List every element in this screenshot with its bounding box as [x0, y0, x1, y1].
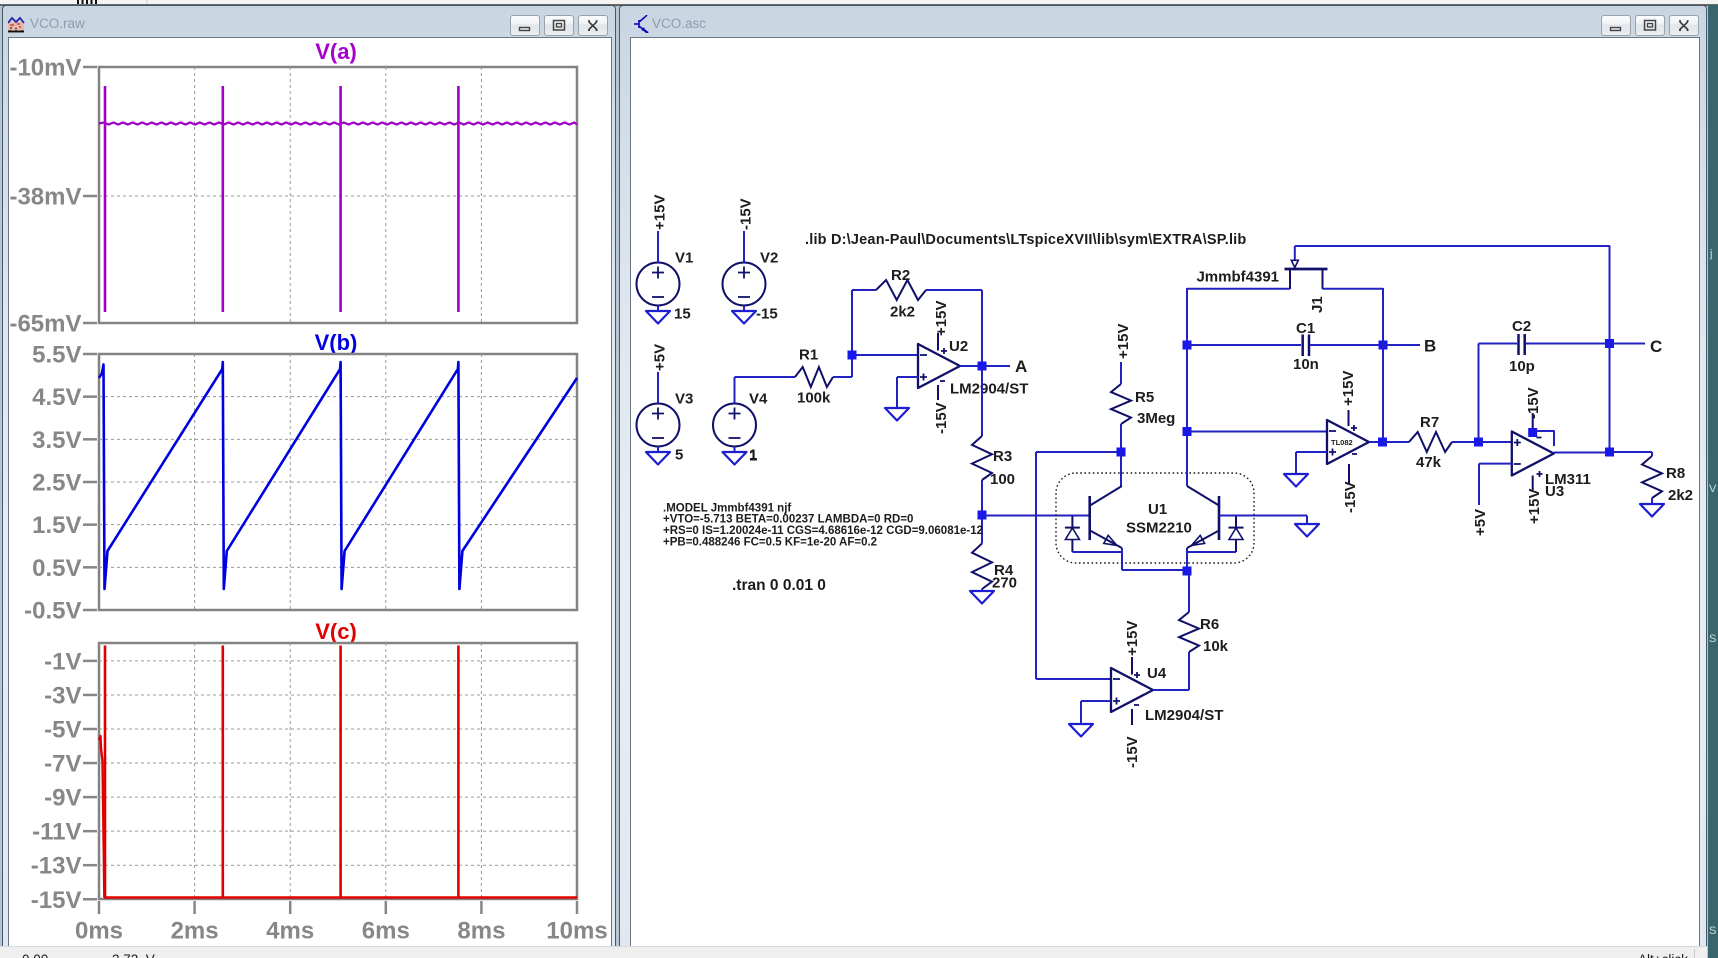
svg-text:+PB=0.488246 FC=0.5 KF=1e-20 A: +PB=0.488246 FC=0.5 KF=1e-20 AF=0.2	[663, 537, 877, 549]
svg-text:V3: V3	[675, 391, 693, 408]
svg-text:4.5V: 4.5V	[32, 384, 81, 411]
svg-text:V(c): V(c)	[315, 619, 357, 644]
svg-text:-13V: -13V	[31, 853, 82, 880]
svg-text:100k: 100k	[797, 390, 831, 407]
svg-text:U1: U1	[1148, 501, 1167, 518]
svg-text:2.5V: 2.5V	[32, 470, 81, 497]
svg-text:-38mV: -38mV	[9, 184, 81, 211]
svg-text:+15V: +15V	[1526, 489, 1543, 524]
svg-text:0.5V: 0.5V	[32, 555, 81, 582]
svg-text:1.5V: 1.5V	[32, 512, 81, 539]
svg-text:-1V: -1V	[44, 648, 81, 675]
svg-text:+VTO=-5.713 BETA=0.00237 LAMBD: +VTO=-5.713 BETA=0.00237 LAMBDA=0 RD=0	[663, 514, 913, 526]
svg-text:C2: C2	[1512, 318, 1531, 335]
svg-text:R7: R7	[1420, 414, 1439, 431]
svg-text:.lib D:\Jean-Paul\Documents\LT: .lib D:\Jean-Paul\Documents\LTspiceXVII\…	[805, 232, 1246, 248]
svg-text:-0.5V: -0.5V	[24, 598, 81, 625]
svg-text:R1: R1	[799, 347, 818, 364]
svg-text:R8: R8	[1666, 465, 1685, 482]
svg-text:0ms: 0ms	[75, 918, 123, 942]
svg-text:47k: 47k	[1416, 454, 1442, 471]
svg-text:LM2904/ST: LM2904/ST	[1145, 707, 1223, 724]
svg-text:+15V: +15V	[1340, 371, 1357, 406]
svg-text:A: A	[1015, 357, 1027, 376]
svg-text:R3: R3	[993, 448, 1012, 465]
svg-text:SSM2210: SSM2210	[1126, 520, 1192, 537]
svg-text:-15V: -15V	[933, 402, 950, 434]
svg-text:U2: U2	[949, 338, 968, 355]
svg-text:LM2904/ST: LM2904/ST	[950, 381, 1028, 398]
svg-text:-65mV: -65mV	[9, 311, 81, 338]
svg-text:Jmmbf4391: Jmmbf4391	[1196, 269, 1279, 286]
svg-text:+15V: +15V	[933, 301, 950, 336]
svg-text:R6: R6	[1200, 616, 1219, 633]
svg-text:-10mV: -10mV	[9, 55, 81, 82]
svg-text:-9V: -9V	[44, 785, 81, 812]
svg-text:+RS=0 IS=1.20024e-11 CGS=4.686: +RS=0 IS=1.20024e-11 CGS=4.68616e-12 CGD…	[663, 525, 983, 537]
svg-text:V1: V1	[675, 250, 693, 267]
svg-text:1: 1	[749, 448, 757, 465]
svg-text:-15: -15	[756, 306, 778, 323]
svg-text:270: 270	[992, 575, 1017, 592]
svg-text:10k: 10k	[1203, 638, 1229, 655]
svg-text:15: 15	[674, 306, 691, 323]
svg-text:+5V: +5V	[652, 344, 669, 371]
svg-text:-15V: -15V	[1124, 736, 1141, 768]
svg-text:TL082: TL082	[1331, 438, 1353, 447]
svg-text:3.5V: 3.5V	[32, 427, 81, 454]
svg-text:V2: V2	[760, 250, 778, 267]
svg-text:-15V: -15V	[738, 198, 755, 230]
svg-text:-15V: -15V	[31, 887, 82, 914]
svg-text:6ms: 6ms	[362, 918, 410, 942]
svg-text:C1: C1	[1296, 320, 1315, 337]
svg-text:-15V: -15V	[1342, 481, 1359, 513]
svg-text:V(b): V(b)	[315, 330, 358, 355]
svg-text:-15V: -15V	[1525, 387, 1542, 419]
svg-text:5: 5	[675, 447, 683, 464]
svg-text:R5: R5	[1135, 389, 1154, 406]
svg-text:-3V: -3V	[44, 682, 81, 709]
svg-text:-5V: -5V	[44, 717, 81, 744]
svg-text:B: B	[1424, 337, 1436, 356]
svg-text:V(a): V(a)	[315, 39, 357, 64]
svg-text:U4: U4	[1147, 665, 1167, 682]
svg-text:U3: U3	[1545, 483, 1564, 500]
svg-text:2ms: 2ms	[171, 918, 219, 942]
svg-text:V4: V4	[749, 391, 768, 408]
svg-text:.MODEL Jmmbf4391 njf: .MODEL Jmmbf4391 njf	[663, 502, 791, 514]
svg-text:8ms: 8ms	[457, 918, 505, 942]
svg-text:+15V: +15V	[652, 195, 669, 230]
svg-text:3Meg: 3Meg	[1137, 410, 1175, 427]
svg-text:100: 100	[990, 471, 1015, 488]
svg-text:-11V: -11V	[32, 819, 81, 846]
svg-text:-7V: -7V	[44, 751, 81, 778]
svg-text:R2: R2	[891, 267, 910, 284]
svg-text:5.5V: 5.5V	[32, 342, 81, 369]
svg-text:+15V: +15V	[1124, 621, 1141, 656]
svg-text:2k2: 2k2	[890, 304, 915, 321]
svg-text:10ms: 10ms	[546, 918, 607, 942]
svg-text:+15V: +15V	[1115, 324, 1132, 359]
svg-text:10p: 10p	[1509, 358, 1535, 375]
svg-text:2k2: 2k2	[1668, 487, 1693, 504]
svg-text:J1: J1	[1309, 296, 1326, 313]
svg-text:4ms: 4ms	[266, 918, 314, 942]
svg-text:.tran 0 0.01 0: .tran 0 0.01 0	[732, 577, 826, 594]
svg-text:+5V: +5V	[1472, 509, 1489, 536]
svg-text:10n: 10n	[1293, 356, 1319, 373]
svg-text:C: C	[1650, 337, 1662, 356]
